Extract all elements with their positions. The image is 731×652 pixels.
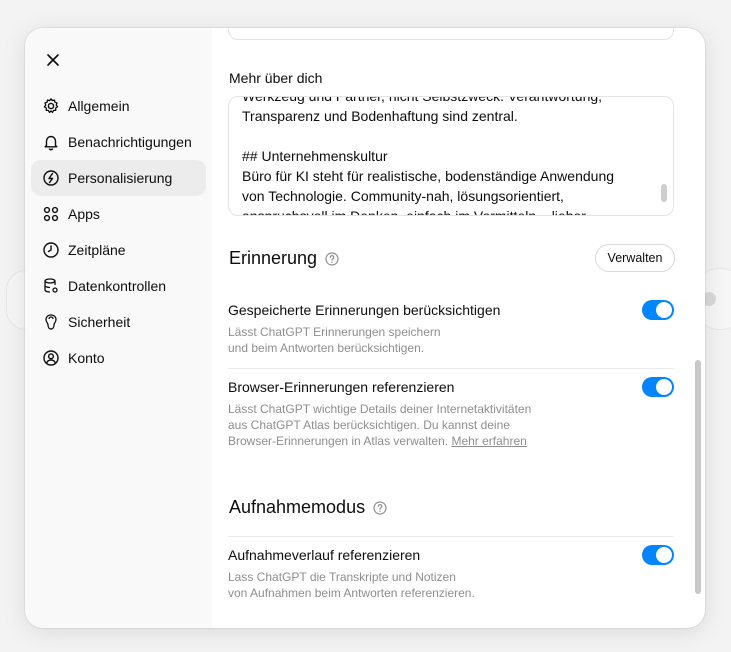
help-icon[interactable] [325, 251, 339, 266]
sidebar-item-konto[interactable]: Konto [31, 340, 206, 376]
learn-more-link[interactable]: Mehr erfahren [451, 434, 526, 448]
sidebar-item-benachrichtigungen[interactable]: Benachrichtigungen [31, 124, 206, 160]
settings-sidebar: Allgemein Benachrichtigungen Personalisi… [25, 28, 212, 628]
security-icon [42, 313, 60, 331]
content-scrollbar[interactable] [695, 360, 701, 594]
browser-memories-toggle[interactable] [642, 377, 674, 397]
settings-dialog: Allgemein Benachrichtigungen Personalisi… [25, 28, 705, 628]
about-text: Werkzeug und Partner, nicht Selbstzweck.… [242, 96, 615, 216]
sidebar-item-personalisierung[interactable]: Personalisierung [31, 160, 206, 196]
about-label: Mehr über dich [229, 70, 323, 86]
sidebar-item-label: Sicherheit [68, 314, 131, 330]
toggle-knob [656, 379, 672, 395]
setting-title: Gespeicherte Erinnerungen berücksichtige… [228, 302, 501, 318]
divider [228, 368, 674, 369]
setting-description: Lass ChatGPT die Transkripte und Notizen… [228, 570, 475, 600]
setting-description: Lässt ChatGPT Erinnerungen speichern und… [228, 325, 441, 355]
sidebar-item-allgemein[interactable]: Allgemein [31, 88, 206, 124]
recording-section-title: Aufnahmemodus [229, 497, 387, 518]
saved-memories-toggle[interactable] [642, 300, 674, 320]
previous-field[interactable] [228, 28, 674, 40]
close-icon [47, 54, 59, 66]
setting-title: Aufnahmeverlauf referenzieren [228, 547, 421, 563]
recording-history-toggle[interactable] [642, 545, 674, 565]
sidebar-item-label: Konto [68, 350, 105, 366]
sidebar-item-label: Allgemein [68, 98, 130, 114]
sidebar-item-label: Apps [68, 206, 100, 222]
bell-icon [42, 133, 60, 151]
close-button[interactable] [41, 48, 65, 72]
sidebar-item-sicherheit[interactable]: Sicherheit [31, 304, 206, 340]
setting-browser-memories: Browser-Erinnerungen referenzieren Lässt… [228, 377, 674, 449]
sidebar-item-zeitplaene[interactable]: Zeitpläne [31, 232, 206, 268]
settings-nav: Allgemein Benachrichtigungen Personalisi… [31, 88, 206, 376]
section-title-text: Erinnerung [229, 248, 318, 268]
personalization-icon [42, 169, 60, 187]
apps-grid-icon [42, 205, 60, 223]
gear-icon [42, 97, 60, 115]
database-icon [42, 277, 60, 295]
memory-section-title: Erinnerung [229, 248, 339, 269]
about-textarea[interactable]: Werkzeug und Partner, nicht Selbstzweck.… [228, 96, 674, 216]
setting-description: Lässt ChatGPT wichtige Details deiner In… [228, 401, 674, 449]
toggle-knob [656, 547, 672, 563]
setting-saved-memories: Gespeicherte Erinnerungen berücksichtige… [228, 300, 674, 356]
divider [228, 536, 674, 537]
setting-recording-history: Aufnahmeverlauf referenzieren Lass ChatG… [228, 545, 674, 601]
setting-title: Browser-Erinnerungen referenzieren [228, 379, 455, 395]
textarea-scrollbar[interactable] [661, 184, 667, 202]
sidebar-item-apps[interactable]: Apps [31, 196, 206, 232]
settings-content: Mehr über dich Werkzeug und Partner, nic… [212, 28, 705, 628]
sidebar-item-label: Zeitpläne [68, 242, 126, 258]
help-icon[interactable] [373, 500, 387, 515]
sidebar-item-label: Datenkontrollen [68, 278, 167, 294]
clock-icon [42, 241, 60, 259]
sidebar-item-datenkontrollen[interactable]: Datenkontrollen [31, 268, 206, 304]
user-icon [42, 349, 60, 367]
sidebar-item-label: Benachrichtigungen [68, 134, 192, 150]
toggle-knob [656, 302, 672, 318]
section-title-text: Aufnahmemodus [229, 497, 366, 517]
sidebar-item-label: Personalisierung [68, 170, 173, 186]
manage-memory-button[interactable]: Verwalten [595, 244, 675, 272]
